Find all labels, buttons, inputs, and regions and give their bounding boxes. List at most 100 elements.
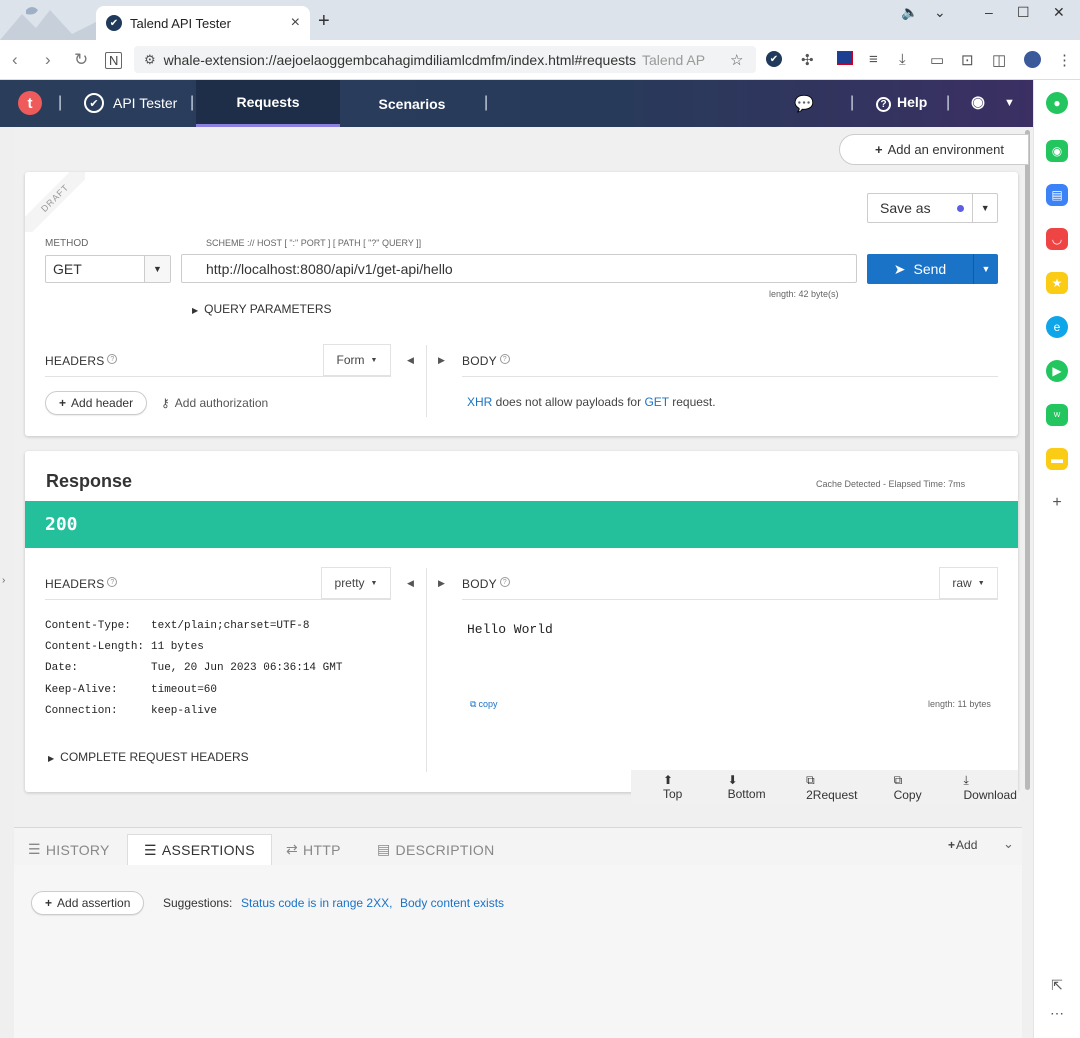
add-assertion-button[interactable]: + Add assertion <box>31 891 145 915</box>
add-environment-button[interactable]: + Add an environment <box>839 134 1029 165</box>
puzzle-icon[interactable]: ✣ <box>801 51 814 69</box>
send-button[interactable]: ➤ Send ▼ <box>867 254 998 284</box>
expand-right-icon[interactable]: ▶ <box>438 355 445 366</box>
tab-http[interactable]: ⇄ HTTP <box>286 834 341 865</box>
response-headers-mode-select[interactable]: pretty ▼ <box>321 567 391 599</box>
more-menu-icon[interactable]: ⋮ <box>1057 51 1072 69</box>
save-as-dropdown-icon[interactable]: ▼ <box>972 194 997 222</box>
collapse-panel-chevron-icon[interactable]: ⌄ <box>1003 836 1014 852</box>
reload-icon[interactable]: ↻ <box>74 50 88 70</box>
add-authorization-link[interactable]: ⚷ Add authorization <box>161 396 268 410</box>
capture-icon[interactable]: ▭ <box>930 51 944 69</box>
suggestion-status-code[interactable]: Status code is in range 2XX, <box>241 896 392 910</box>
talend-extension-icon[interactable]: ✔ <box>766 51 782 67</box>
method-select[interactable]: GET ▼ <box>45 255 171 283</box>
minimize-icon[interactable]: – <box>985 4 993 20</box>
xhr-link[interactable]: XHR <box>467 395 492 409</box>
split-view-icon[interactable]: ◫ <box>992 51 1006 69</box>
close-window-icon[interactable]: ✕ <box>1053 4 1065 21</box>
get-link[interactable]: GET <box>644 395 668 409</box>
response-body-label: BODY <box>462 577 497 591</box>
query-parameters-label: QUERY PARAMETERS <box>204 302 332 316</box>
address-bar[interactable]: ⚙ whale-extension://aejoelaoggembcahagim… <box>134 46 756 73</box>
toolbox-icon[interactable]: ▤ <box>1046 184 1068 206</box>
copy-response-button[interactable]: ⧉ Copy <box>878 773 932 802</box>
reader-icon[interactable]: N <box>105 52 123 69</box>
browser-app-icon[interactable]: e <box>1046 316 1068 338</box>
playlist-icon[interactable]: ≡ <box>869 51 878 68</box>
help-icon: ? <box>876 97 891 112</box>
complete-request-headers-toggle[interactable]: ▶ COMPLETE REQUEST HEADERS <box>48 750 249 764</box>
expand-arrow-icon[interactable]: › <box>2 575 5 586</box>
url-input[interactable]: http://localhost:8080/api/v1/get-api/hel… <box>181 254 857 283</box>
chevron-down-icon: ▼ <box>144 256 170 282</box>
scrollbar-thumb[interactable] <box>1025 130 1030 790</box>
language-flag-icon[interactable] <box>837 51 853 65</box>
response-body-mode-select[interactable]: raw ▼ <box>939 567 998 599</box>
close-tab-icon[interactable]: × <box>291 14 300 32</box>
forward-icon[interactable]: › <box>45 50 51 70</box>
help-link[interactable]: ? Help <box>876 94 927 112</box>
tab-assertions[interactable]: ☰ ASSERTIONS <box>127 834 272 865</box>
duplicate-icon: ⧉ <box>806 772 815 787</box>
help-circle-icon[interactable]: ? <box>107 354 118 364</box>
expand-right-icon[interactable]: ▶ <box>438 578 445 589</box>
chevron-down-icon[interactable]: ⌄ <box>934 4 946 21</box>
save-as-button[interactable]: Save as ▼ <box>867 193 998 223</box>
screenshot-icon[interactable]: ⊡ <box>961 51 974 69</box>
user-account-icon[interactable]: ◉ <box>971 92 985 112</box>
nav-scenarios[interactable]: Scenarios <box>340 80 484 127</box>
chevron-down-icon: ▼ <box>370 579 378 587</box>
bookmark-star-icon[interactable]: ☆ <box>730 51 743 69</box>
maximize-icon[interactable]: ☐ <box>1017 4 1030 21</box>
external-link-icon[interactable]: ⇱ <box>1046 974 1068 996</box>
feedback-chat-icon[interactable]: 💬 <box>794 94 814 114</box>
copy-body-label: copy <box>478 699 498 709</box>
header-separator: | <box>484 94 489 111</box>
left-collapse-strip[interactable]: › <box>0 127 14 1038</box>
add-header-button[interactable]: + Add header <box>45 391 148 415</box>
suggestion-body-content[interactable]: Body content exists <box>400 896 504 910</box>
sidebar-more-icon[interactable]: ⋯ <box>1046 1002 1068 1024</box>
alerts-icon[interactable]: ◉ <box>1046 140 1068 162</box>
response-header-row: Content-Type: text/plain;charset=UTF-8 <box>45 616 342 637</box>
tab-description[interactable]: ▤ DESCRIPTION <box>377 834 495 865</box>
help-circle-icon[interactable]: ? <box>499 577 510 587</box>
download-icon: ⤓ <box>963 772 969 787</box>
send-dropdown-icon[interactable]: ▼ <box>973 254 998 284</box>
nav-requests[interactable]: Requests <box>196 80 340 127</box>
download-icon[interactable]: ⤓ <box>899 51 906 68</box>
body-note: XHR does not allow payloads for GET requ… <box>467 395 716 409</box>
response-body-text: Hello World <box>467 622 553 637</box>
help-circle-icon[interactable]: ? <box>107 577 118 587</box>
speaker-icon[interactable]: 🔈 <box>901 4 918 21</box>
tab-history[interactable]: ☰ HISTORY <box>28 834 110 865</box>
query-parameters-toggle[interactable]: ▶ QUERY PARAMETERS <box>192 302 332 316</box>
scroll-bottom-button[interactable]: ⬇ Bottom <box>712 773 775 801</box>
star-app-icon[interactable]: ★ <box>1046 272 1068 294</box>
play-icon[interactable]: ▶ <box>1046 360 1068 382</box>
copy-body-link[interactable]: ⧉ copy <box>470 699 497 710</box>
pocket-icon[interactable]: ◡ <box>1046 228 1068 250</box>
profile-avatar-icon[interactable] <box>1024 51 1041 68</box>
new-tab-icon[interactable]: + <box>318 10 330 33</box>
download-response-button[interactable]: ⤓ Download <box>948 773 1019 802</box>
headers-mode-select[interactable]: Form ▼ <box>323 344 391 376</box>
webtoon-icon[interactable]: W <box>1046 404 1068 426</box>
user-menu-chevron-icon[interactable]: ▼ <box>1004 97 1015 109</box>
help-circle-icon[interactable]: ? <box>499 354 510 364</box>
collapse-left-icon[interactable]: ◀ <box>407 355 414 366</box>
add-app-icon[interactable]: + <box>1046 492 1068 514</box>
browser-tab[interactable]: ✔ Talend API Tester × <box>96 6 310 40</box>
notes-icon[interactable]: ▬ <box>1046 448 1068 470</box>
whale-home-icon[interactable]: ● <box>1046 92 1068 114</box>
check-circle-icon: ✔ <box>84 93 104 113</box>
response-header-row: Keep-Alive: timeout=60 <box>45 680 342 701</box>
collapse-left-icon[interactable]: ◀ <box>407 578 414 589</box>
back-icon[interactable]: ‹ <box>12 50 18 70</box>
header-separator: | <box>190 94 195 111</box>
to-request-button[interactable]: ⧉ 2Request <box>790 773 861 802</box>
url-value: http://localhost:8080/api/v1/get-api/hel… <box>206 260 453 277</box>
scroll-top-button[interactable]: ⬆ Top <box>647 773 696 801</box>
add-bottom-button[interactable]: +Add <box>948 838 977 852</box>
